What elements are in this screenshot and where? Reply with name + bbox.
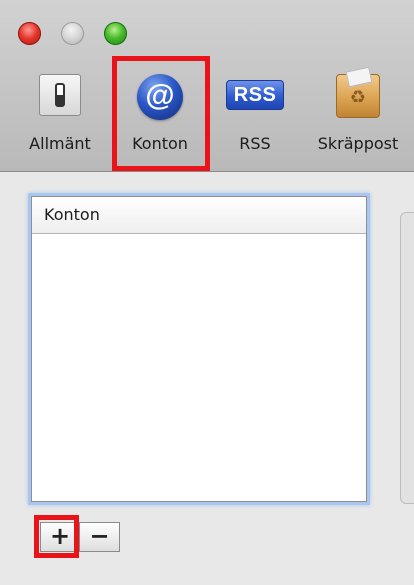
switch-icon	[39, 74, 81, 116]
toolbar-item-junk-mail[interactable]: Skräppost	[302, 68, 414, 160]
highlight-box-add	[34, 515, 79, 558]
remove-account-button[interactable]: −	[80, 522, 120, 552]
account-detail-pane	[400, 212, 414, 504]
toolbar-item-label: Allmänt	[29, 134, 91, 153]
junk-mail-icon	[336, 74, 380, 118]
zoom-window-button[interactable]	[104, 22, 127, 45]
accounts-list-header: Konton	[32, 197, 366, 234]
rss-icon: RSS	[226, 80, 284, 110]
minimize-window-button[interactable]	[61, 22, 84, 45]
accounts-list[interactable]: Konton	[31, 196, 367, 502]
toolbar: Allmänt @ Konton RSS RSS Skräppost	[0, 0, 414, 172]
toolbar-item-label: Skräppost	[317, 134, 399, 153]
toolbar-item-general[interactable]: Allmänt	[12, 68, 108, 160]
close-window-button[interactable]	[18, 22, 41, 45]
highlight-box-accounts	[112, 56, 210, 171]
preferences-window: Allmänt @ Konton RSS RSS Skräppost Konto…	[0, 0, 414, 585]
toolbar-item-label: RSS	[239, 134, 271, 153]
toolbar-item-rss[interactable]: RSS RSS	[212, 68, 298, 160]
